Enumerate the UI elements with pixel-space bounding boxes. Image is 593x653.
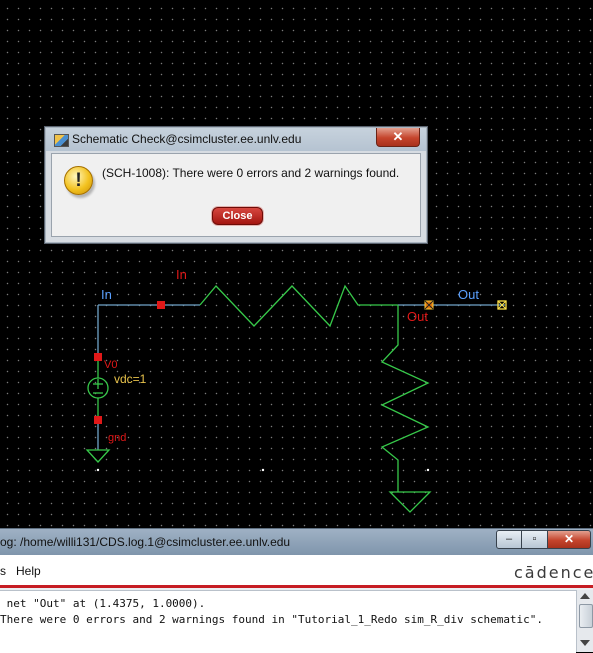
- net-label-in[interactable]: In: [176, 267, 187, 282]
- warning-icon: !: [64, 166, 93, 195]
- dialog-message: (SCH-1008): There were 0 errors and 2 wa…: [102, 166, 400, 180]
- net-label-out[interactable]: Out: [407, 309, 428, 324]
- scroll-down-icon[interactable]: [580, 640, 590, 646]
- app-icon: [54, 134, 69, 147]
- pin-label-in[interactable]: In: [101, 287, 112, 302]
- pin-marker-source-minus[interactable]: [94, 416, 102, 424]
- schematic-canvas[interactable]: In In Out Out V0 vdc=1 gnd: [0, 0, 593, 528]
- dialog-body: ! (SCH-1008): There were 0 errors and 2 …: [51, 153, 421, 237]
- ground-symbol-gnd[interactable]: [85, 449, 111, 463]
- output-line-1: net "Out" at (1.4375, 1.0000).: [0, 597, 206, 610]
- schematic-check-dialog[interactable]: Schematic Check@csimcluster.ee.unlv.edu …: [44, 126, 428, 244]
- window-close-button[interactable]: ✕: [547, 530, 591, 549]
- ciw-title: og: /home/willi131/CDS.log.1@csimcluster…: [0, 535, 291, 549]
- close-button[interactable]: Close: [212, 207, 263, 225]
- minimize-button[interactable]: –: [496, 530, 522, 549]
- source-instance-label: V0: [104, 359, 117, 371]
- ground-symbol-r1[interactable]: [388, 491, 432, 513]
- dialog-close-button[interactable]: ✕: [376, 128, 420, 147]
- maximize-button[interactable]: ▫: [521, 530, 548, 549]
- ciw-scrollbar[interactable]: [576, 590, 593, 652]
- dialog-title: Schematic Check@csimcluster.ee.unlv.edu: [72, 132, 302, 146]
- schematic-drawing: In In Out Out V0 vdc=1 gnd: [85, 267, 507, 513]
- dialog-titlebar[interactable]: Schematic Check@csimcluster.ee.unlv.edu …: [46, 128, 426, 151]
- menu-item-partial[interactable]: s: [0, 564, 6, 578]
- ciw-menubar: s Help cādence: [0, 555, 593, 588]
- output-line-2: There were 0 errors and 2 warnings found…: [0, 613, 544, 626]
- ground-label: gnd: [108, 432, 126, 444]
- ciw-titlebar[interactable]: og: /home/willi131/CDS.log.1@csimcluster…: [0, 528, 593, 555]
- pin-marker-source-plus[interactable]: [94, 353, 102, 361]
- resistor-r0[interactable]: [199, 284, 398, 328]
- ciw-output-area[interactable]: net "Out" at (1.4375, 1.0000). There wer…: [0, 590, 576, 653]
- pin-marker-resistor-in[interactable]: [157, 301, 165, 309]
- pin-label-out[interactable]: Out: [458, 287, 479, 302]
- scroll-thumb[interactable]: [579, 604, 593, 628]
- scroll-up-icon[interactable]: [580, 593, 590, 599]
- source-parameter-label: vdc=1: [114, 372, 147, 386]
- cadence-logo: cādence: [514, 563, 593, 582]
- menu-item-help[interactable]: Help: [16, 564, 41, 578]
- cadence-ciw-window[interactable]: og: /home/willi131/CDS.log.1@csimcluster…: [0, 528, 593, 653]
- resistor-r1[interactable]: [380, 305, 430, 492]
